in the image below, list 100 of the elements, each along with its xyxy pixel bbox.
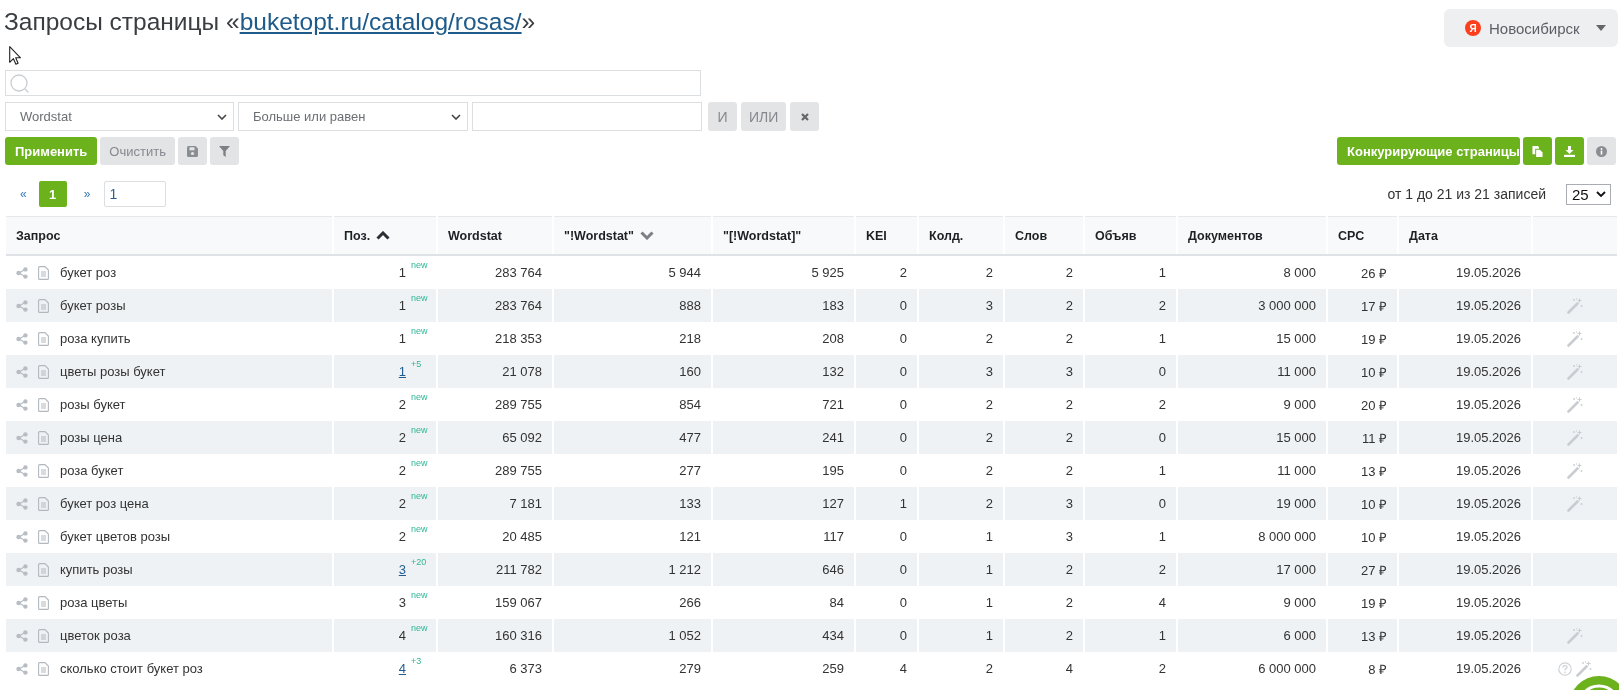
help-icon[interactable] <box>1558 661 1572 676</box>
magic-wand-icon[interactable] <box>1567 462 1583 479</box>
table-cell: 3 000 000 <box>1177 289 1327 322</box>
page-size-select[interactable]: 25 <box>1566 183 1611 205</box>
table-cell: 1 <box>918 553 1004 586</box>
change-label: +20 <box>411 556 427 567</box>
share-icon[interactable] <box>16 332 28 345</box>
column-header[interactable]: Объяв <box>1084 216 1177 255</box>
query-text: букет цветов розы <box>60 529 171 544</box>
document-icon[interactable] <box>38 463 49 478</box>
search-field[interactable] <box>5 70 701 96</box>
table-cell: 13 ₽ <box>1327 619 1398 652</box>
filter-button[interactable] <box>209 137 239 165</box>
table-cell: 0 <box>855 421 918 454</box>
magic-wand-icon[interactable] <box>1576 660 1592 677</box>
table-cell: 19.05.2026 <box>1398 289 1532 322</box>
share-icon[interactable] <box>16 398 28 411</box>
save-button[interactable] <box>177 137 207 165</box>
query-text: роза цветы <box>60 595 128 610</box>
document-icon[interactable] <box>38 331 49 346</box>
document-icon[interactable] <box>38 628 49 643</box>
next-page-link[interactable]: » <box>66 187 103 201</box>
position-link[interactable]: 1 <box>398 364 406 379</box>
document-icon[interactable] <box>38 364 49 379</box>
table-cell: 1 <box>918 619 1004 652</box>
page-link[interactable]: buketopt.ru/catalog/rosas/ <box>239 8 522 35</box>
column-header[interactable]: Поз. <box>333 216 437 255</box>
document-icon[interactable] <box>38 496 49 511</box>
document-icon[interactable] <box>38 298 49 313</box>
position-link[interactable]: 4 <box>398 661 406 676</box>
table-cell: 19.05.2026 <box>1398 619 1532 652</box>
column-header[interactable]: "[!Wordstat]" <box>712 216 855 255</box>
document-icon[interactable] <box>38 265 49 280</box>
table-cell: 1 052 <box>553 619 712 652</box>
info-button[interactable] <box>1587 137 1616 165</box>
column-header[interactable]: Колд. <box>918 216 1004 255</box>
share-icon[interactable] <box>16 266 28 279</box>
caret-icon <box>1596 25 1606 31</box>
document-icon[interactable] <box>38 397 49 412</box>
download-button[interactable] <box>1555 137 1584 165</box>
query-text: цветок роза <box>60 628 131 643</box>
table-cell: 133 <box>553 487 712 520</box>
value-field[interactable] <box>472 102 702 131</box>
query-text: букет роз <box>60 265 117 280</box>
column-header[interactable]: Слов <box>1004 216 1084 255</box>
page-title: Запросы страницы «buketopt.ru/catalog/rosas/» <box>4 7 536 37</box>
table-cell: 17 ₽ <box>1327 289 1398 322</box>
column-header[interactable]: KEI <box>855 216 918 255</box>
magic-wand-icon[interactable] <box>1567 396 1583 413</box>
table-cell: 2 <box>1004 619 1084 652</box>
table-cell: 888 <box>553 289 712 322</box>
filter-icon <box>218 145 230 157</box>
table-cell: 19.05.2026 <box>1398 553 1532 586</box>
table-cell: 19.05.2026 <box>1398 421 1532 454</box>
share-icon[interactable] <box>16 530 28 543</box>
document-icon[interactable] <box>38 529 49 544</box>
change-label: +5 <box>411 358 422 369</box>
share-icon[interactable] <box>16 299 28 312</box>
share-icon[interactable] <box>16 464 28 477</box>
table-cell: 477 <box>553 421 712 454</box>
field-select[interactable]: Wordstat <box>5 102 234 131</box>
share-icon[interactable] <box>16 497 28 510</box>
remove-button[interactable] <box>790 102 820 131</box>
magic-wand-icon[interactable] <box>1567 330 1583 347</box>
page-number-field[interactable]: 1 <box>104 181 167 207</box>
region-button[interactable]: Я Новосибирск <box>1444 9 1618 47</box>
share-icon[interactable] <box>16 629 28 642</box>
copy-button[interactable] <box>1523 137 1552 165</box>
share-icon[interactable] <box>16 365 28 378</box>
magic-wand-icon[interactable] <box>1567 495 1583 512</box>
share-icon[interactable] <box>16 662 28 675</box>
document-icon[interactable] <box>38 661 49 676</box>
table-cell: 132 <box>712 355 855 388</box>
share-icon[interactable] <box>16 563 28 576</box>
column-header[interactable]: Wordstat <box>437 216 553 255</box>
magic-wand-icon[interactable] <box>1567 627 1583 644</box>
change-label: new <box>411 589 428 600</box>
change-label: new <box>411 490 428 501</box>
previous-page-link[interactable]: « <box>5 187 39 201</box>
share-icon[interactable] <box>16 596 28 609</box>
column-header[interactable]: Запрос <box>6 216 333 255</box>
download-icon <box>1564 145 1575 157</box>
table-cell: 65 092 <box>437 421 553 454</box>
magic-wand-icon[interactable] <box>1567 363 1583 380</box>
share-icon[interactable] <box>16 431 28 444</box>
document-icon[interactable] <box>38 430 49 445</box>
magic-wand-icon[interactable] <box>1567 429 1583 446</box>
engine-logo: Я <box>1465 20 1481 36</box>
condition-select[interactable]: Больше или равен <box>238 102 468 131</box>
chevron-down-icon <box>451 113 461 120</box>
column-header[interactable]: Документов <box>1177 216 1327 255</box>
magic-wand-icon[interactable] <box>1567 297 1583 314</box>
position-link[interactable]: 3 <box>398 562 406 577</box>
table-cell: 19.05.2026 <box>1398 355 1532 388</box>
column-header[interactable]: Дата <box>1398 216 1532 255</box>
document-icon[interactable] <box>38 595 49 610</box>
table-cell: 0 <box>1084 355 1177 388</box>
document-icon[interactable] <box>38 562 49 577</box>
column-header[interactable]: "!Wordstat" <box>553 216 712 255</box>
column-header[interactable]: CPC <box>1327 216 1398 255</box>
